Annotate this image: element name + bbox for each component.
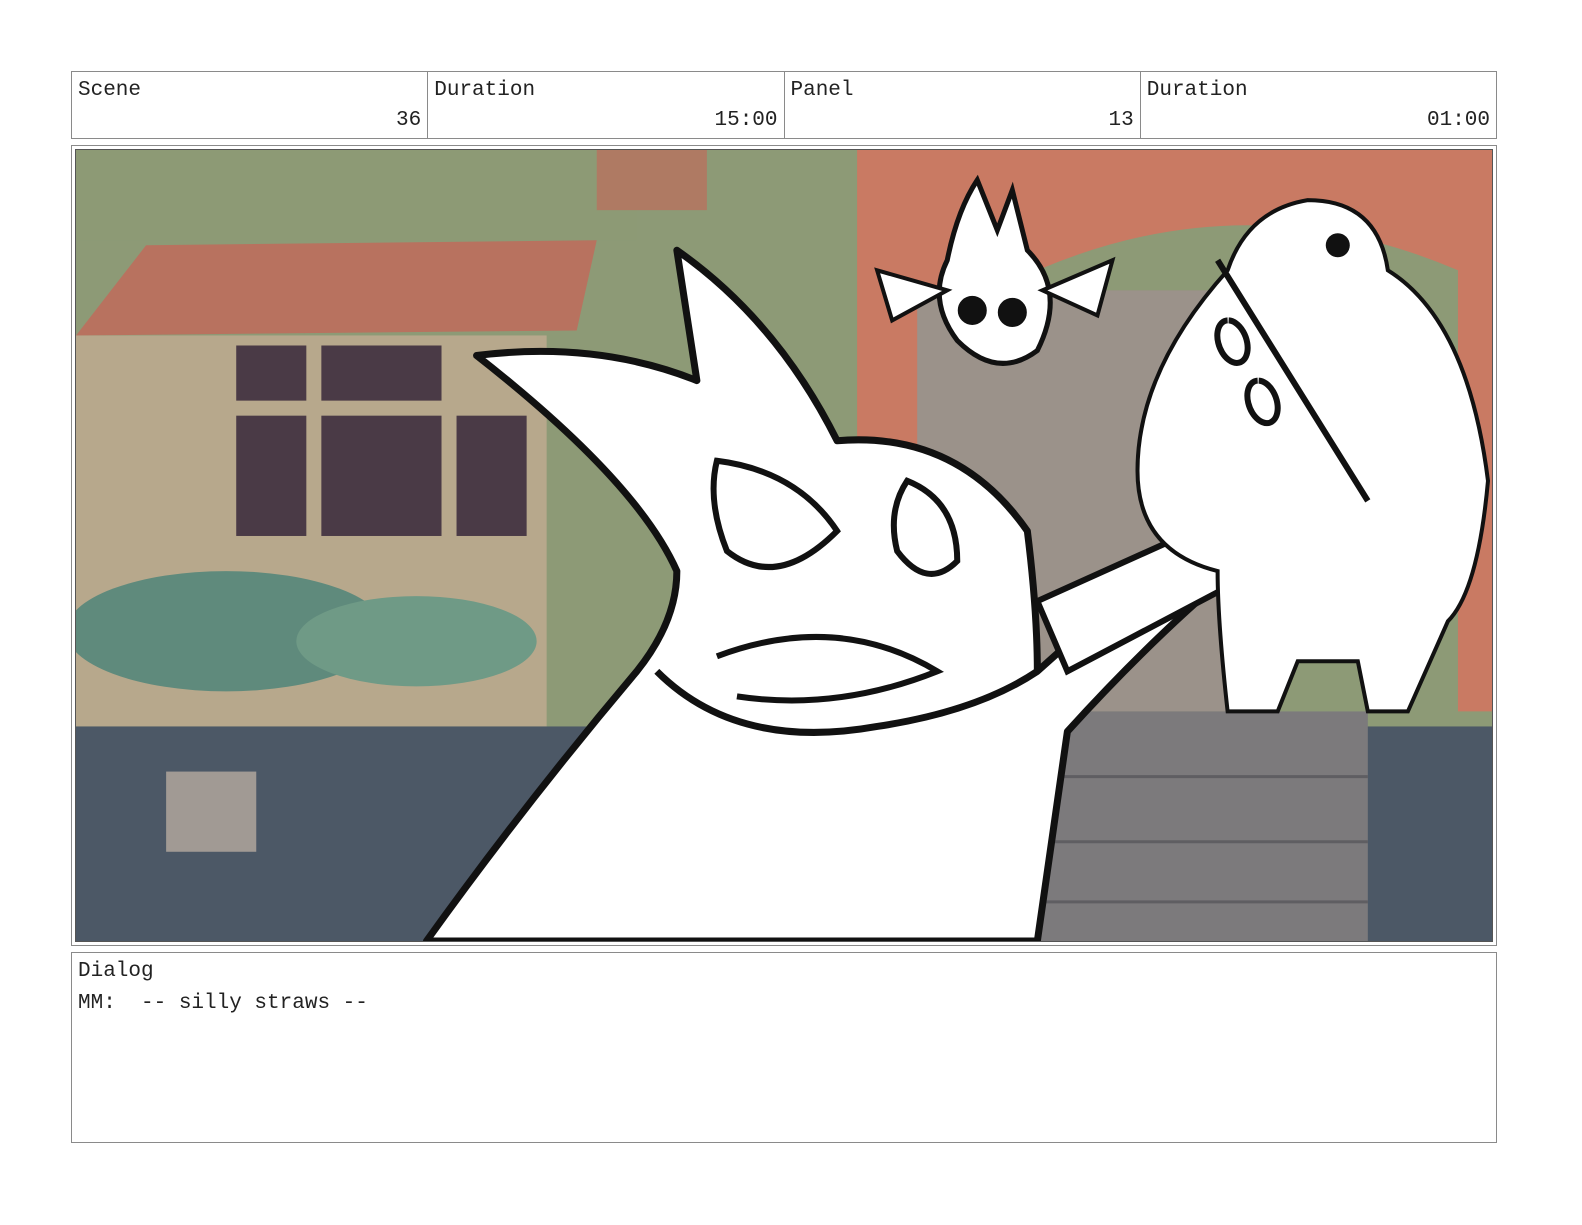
panel-cell: Panel 13	[785, 72, 1141, 138]
scene-duration-cell: Duration 15:00	[428, 72, 785, 138]
bg-window-4	[321, 415, 442, 536]
bg-roof	[76, 240, 597, 336]
panel-drawing	[76, 150, 1492, 941]
dialog-box: Dialog MM: -- silly straws --	[71, 952, 1497, 1143]
sprite-eye-right	[997, 297, 1027, 327]
bg-bush-2	[296, 596, 537, 687]
bg-window-2	[321, 345, 442, 401]
panel-duration-label: Duration	[1146, 79, 1248, 102]
panel-duration-value: 01:00	[1426, 109, 1490, 132]
panel-frame	[71, 145, 1497, 946]
scene-label: Scene	[78, 79, 142, 102]
scene-duration-label: Duration	[434, 79, 536, 102]
bg-upper-panels	[76, 150, 637, 241]
dialog-line: MM: -- silly straws --	[78, 992, 368, 1015]
dialog-label: Dialog	[78, 960, 154, 983]
bg-faucet	[166, 771, 257, 852]
sprite-eye-left	[957, 295, 987, 325]
bg-window-3	[236, 415, 307, 536]
scene-duration-value: 15:00	[714, 109, 778, 132]
bg-steps	[1037, 711, 1368, 941]
panel-number: 13	[1108, 109, 1134, 132]
panel-duration-cell: Duration 01:00	[1141, 72, 1496, 138]
panel-label: Panel	[790, 79, 854, 102]
bg-window-5	[456, 415, 527, 536]
bg-window-1	[236, 345, 307, 401]
scene-cell: Scene 36	[72, 72, 429, 138]
storyboard-panel-image	[75, 149, 1493, 942]
bg-orange-block	[596, 150, 707, 211]
bear-eyepatch	[1325, 233, 1350, 258]
scene-number: 36	[396, 109, 422, 132]
storyboard-header: Scene 36 Duration 15:00 Panel 13 Duratio…	[71, 71, 1497, 139]
